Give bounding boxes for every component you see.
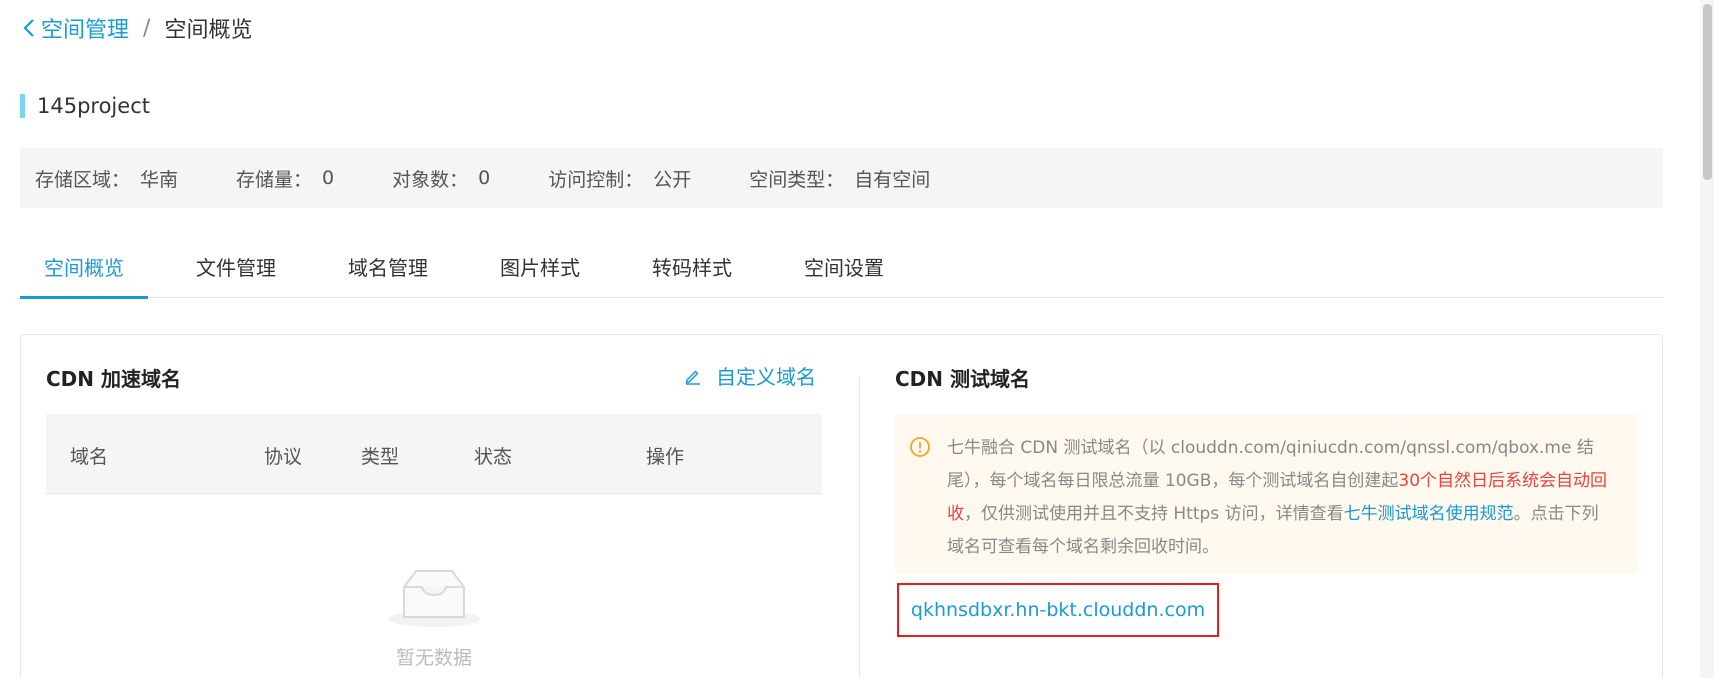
- scrollbar-thumb[interactable]: [1703, 4, 1712, 180]
- project-title: 145project: [20, 92, 150, 120]
- info-label: 存储量：: [236, 168, 313, 191]
- project-name: 145project: [37, 94, 150, 118]
- info-label: 存储区域：: [35, 168, 131, 191]
- info-access-control: 访问控制： 公开: [548, 165, 691, 192]
- title-accent-bar: [20, 94, 25, 118]
- tab-transcode-styles[interactable]: 转码样式: [628, 246, 756, 298]
- vertical-scrollbar[interactable]: [1700, 0, 1714, 678]
- info-label: 对象数：: [392, 168, 469, 191]
- info-bucket-type: 空间类型： 自有空间: [749, 165, 930, 192]
- test-domain-link[interactable]: qkhnsdbxr.hn-bkt.clouddn.com: [897, 583, 1219, 637]
- info-value: 0: [478, 167, 491, 189]
- tab-file-management[interactable]: 文件管理: [172, 246, 300, 298]
- tab-bucket-settings[interactable]: 空间设置: [780, 246, 908, 298]
- info-object-count: 对象数： 0: [392, 165, 490, 192]
- custom-domain-button[interactable]: 自定义域名: [684, 361, 816, 390]
- breadcrumb: 空间管理 / 空间概览: [20, 10, 252, 46]
- warning-icon: [910, 437, 930, 457]
- bucket-info-bar: 存储区域： 华南 存储量： 0 对象数： 0 访问控制： 公开 空间类型： 自有…: [20, 148, 1663, 208]
- empty-text: 暂无数据: [395, 647, 472, 669]
- info-label: 空间类型：: [749, 168, 845, 191]
- breadcrumb-back-label: 空间管理: [41, 18, 130, 43]
- breadcrumb-current: 空间概览: [164, 18, 253, 43]
- column-header-type: 类型: [361, 446, 400, 468]
- custom-domain-label: 自定义域名: [716, 365, 816, 389]
- tab-bar: 空间概览 文件管理 域名管理 图片样式 转码样式 空间设置: [20, 246, 1663, 299]
- info-value: 自有空间: [854, 168, 931, 191]
- overview-panel: CDN 加速域名 自定义域名 域名 协议 类型 状态 操作 暂无数据 CDN 测…: [20, 334, 1663, 678]
- cdn-test-title: CDN 测试域名: [895, 367, 1030, 391]
- column-header-protocol: 协议: [264, 446, 303, 468]
- notice-usage-rules-link[interactable]: 七牛测试域名使用规范: [1344, 504, 1514, 524]
- domain-table-header: 域名 协议 类型 状态 操作: [46, 414, 822, 494]
- column-header-domain: 域名: [70, 446, 109, 468]
- cdn-accel-title: CDN 加速域名: [46, 367, 181, 391]
- breadcrumb-back-link[interactable]: 空间管理: [20, 12, 129, 44]
- info-storage: 存储量： 0: [236, 165, 334, 192]
- empty-state: 暂无数据: [46, 565, 822, 670]
- edit-icon: [685, 369, 700, 385]
- tab-image-styles[interactable]: 图片样式: [476, 246, 604, 298]
- info-region: 存储区域： 华南: [35, 165, 178, 192]
- info-value: 0: [322, 167, 335, 189]
- breadcrumb-separator: /: [143, 15, 151, 41]
- column-header-status: 状态: [474, 446, 513, 468]
- tab-domain-management[interactable]: 域名管理: [324, 246, 452, 298]
- column-header-action: 操作: [646, 446, 685, 468]
- info-value: 公开: [653, 168, 692, 191]
- tab-overview[interactable]: 空间概览: [20, 246, 148, 299]
- notice-text-part3: ，仅供测试使用并且不支持 Https 访问，详情查看: [964, 504, 1344, 524]
- info-label: 访问控制：: [548, 168, 644, 191]
- section-divider: [859, 377, 860, 678]
- test-domain-notice: 七牛融合 CDN 测试域名（以 clouddn.com/qiniucdn.com…: [895, 414, 1638, 574]
- empty-inbox-icon: [388, 570, 480, 627]
- page: 空间管理 / 空间概览 145project 存储区域： 华南 存储量： 0 对…: [0, 0, 1714, 678]
- chevron-left-icon: [23, 19, 34, 37]
- info-value: 华南: [140, 168, 179, 191]
